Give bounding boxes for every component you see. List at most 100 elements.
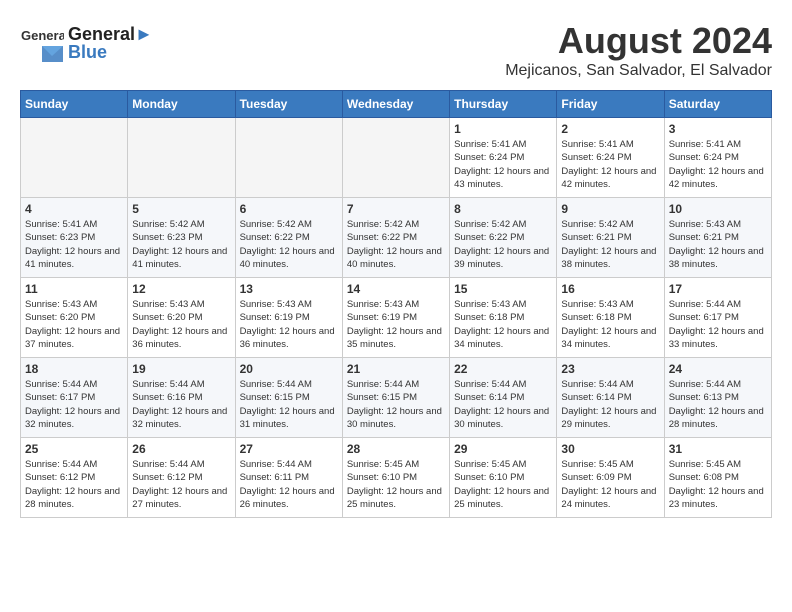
day-info: Sunrise: 5:41 AMSunset: 6:23 PMDaylight:… — [25, 218, 123, 271]
day-info: Sunrise: 5:43 AMSunset: 6:19 PMDaylight:… — [347, 298, 445, 351]
day-number: 16 — [561, 282, 659, 296]
calendar-cell: 24 Sunrise: 5:44 AMSunset: 6:13 PMDayligh… — [664, 358, 771, 438]
calendar-week-3: 11 Sunrise: 5:43 AMSunset: 6:20 PMDayligh… — [21, 278, 772, 358]
calendar-cell: 15 Sunrise: 5:43 AMSunset: 6:18 PMDayligh… — [450, 278, 557, 358]
calendar-cell: 1Sunrise: 5:41 AMSunset: 6:24 PMDaylight… — [450, 118, 557, 198]
calendar-week-1: 1 Sunrise: 5:41 AMSunset: 6:24 PMDaylight… — [21, 118, 772, 198]
calendar-cell: 31 Sunrise: 5:45 AMSunset: 6:08 PMDayligh… — [664, 438, 771, 518]
calendar-cell: 25 Sunrise: 5:44 AMSunset: 6:12 PMDayligh… — [21, 438, 128, 518]
logo: General General► Blue — [20, 20, 153, 63]
day-number: 9 — [561, 202, 659, 216]
day-number: 20 — [240, 362, 338, 376]
day-number: 18 — [25, 362, 123, 376]
calendar-header-friday: Friday — [557, 91, 664, 118]
day-number: 13 — [240, 282, 338, 296]
calendar-cell: 28 Sunrise: 5:45 AMSunset: 6:10 PMDayligh… — [342, 438, 449, 518]
calendar-header-row: SundayMondayTuesdayWednesdayThursdayFrid… — [21, 91, 772, 118]
day-number: 3 — [669, 122, 767, 136]
day-info: Sunrise: 5:44 AMSunset: 6:13 PMDaylight:… — [669, 378, 767, 431]
day-info: Sunrise: 5:43 AMSunset: 6:20 PMDaylight:… — [132, 298, 230, 351]
calendar-week-2: 4 Sunrise: 5:41 AMSunset: 6:23 PMDaylight… — [21, 198, 772, 278]
calendar-cell — [128, 118, 235, 198]
day-info: Sunrise: 5:43 AMSunset: 6:18 PMDaylight:… — [454, 298, 552, 351]
calendar-cell: 13 Sunrise: 5:43 AMSunset: 6:19 PMDayligh… — [235, 278, 342, 358]
day-number: 7 — [347, 202, 445, 216]
calendar-cell: 12 Sunrise: 5:43 AMSunset: 6:20 PMDayligh… — [128, 278, 235, 358]
day-number: 27 — [240, 442, 338, 456]
day-info: Sunrise: 5:42 AMSunset: 6:21 PMDaylight:… — [561, 218, 659, 271]
header: General General► Blue August 2024 Mejica… — [20, 20, 772, 80]
calendar-cell: 14 Sunrise: 5:43 AMSunset: 6:19 PMDayligh… — [342, 278, 449, 358]
calendar-cell: 10 Sunrise: 5:43 AMSunset: 6:21 PMDayligh… — [664, 198, 771, 278]
calendar-cell: 29Sunrise: 5:45 AMSunset: 6:10 PMDayligh… — [450, 438, 557, 518]
day-number: 28 — [347, 442, 445, 456]
day-info: Sunrise: 5:44 AMSunset: 6:11 PMDaylight:… — [240, 458, 338, 511]
day-info: Sunrise: 5:42 AMSunset: 6:22 PMDaylight:… — [240, 218, 338, 271]
day-number: 17 — [669, 282, 767, 296]
calendar-cell: 5 Sunrise: 5:42 AMSunset: 6:23 PMDaylight… — [128, 198, 235, 278]
logo-svg-icon: General — [20, 26, 64, 62]
calendar-cell: 26 Sunrise: 5:44 AMSunset: 6:12 PMDayligh… — [128, 438, 235, 518]
calendar-week-4: 18 Sunrise: 5:44 AMSunset: 6:17 PMDayligh… — [21, 358, 772, 438]
day-number: 12 — [132, 282, 230, 296]
day-number: 1 — [454, 122, 552, 136]
calendar-header-tuesday: Tuesday — [235, 91, 342, 118]
calendar-cell — [21, 118, 128, 198]
day-number: 21 — [347, 362, 445, 376]
calendar-header-sunday: Sunday — [21, 91, 128, 118]
calendar-header-saturday: Saturday — [664, 91, 771, 118]
calendar-cell: 7 Sunrise: 5:42 AMSunset: 6:22 PMDaylight… — [342, 198, 449, 278]
day-number: 24 — [669, 362, 767, 376]
calendar-cell: 23Sunrise: 5:44 AMSunset: 6:14 PMDayligh… — [557, 358, 664, 438]
day-number: 25 — [25, 442, 123, 456]
day-info: Sunrise: 5:43 AMSunset: 6:19 PMDaylight:… — [240, 298, 338, 351]
day-number: 31 — [669, 442, 767, 456]
calendar-header-wednesday: Wednesday — [342, 91, 449, 118]
day-info: Sunrise: 5:44 AMSunset: 6:15 PMDaylight:… — [347, 378, 445, 431]
day-number: 11 — [25, 282, 123, 296]
page-title: August 2024 — [505, 20, 772, 62]
day-info: Sunrise: 5:44 AMSunset: 6:12 PMDaylight:… — [132, 458, 230, 511]
day-info: Sunrise: 5:41 AMSunset: 6:24 PMDaylight:… — [561, 138, 659, 191]
page-subtitle: Mejicanos, San Salvador, El Salvador — [505, 62, 772, 80]
day-info: Sunrise: 5:45 AMSunset: 6:09 PMDaylight:… — [561, 458, 659, 511]
calendar-cell: 30Sunrise: 5:45 AMSunset: 6:09 PMDayligh… — [557, 438, 664, 518]
day-info: Sunrise: 5:45 AMSunset: 6:08 PMDaylight:… — [669, 458, 767, 511]
calendar-cell: 27 Sunrise: 5:44 AMSunset: 6:11 PMDayligh… — [235, 438, 342, 518]
day-number: 10 — [669, 202, 767, 216]
day-info: Sunrise: 5:42 AMSunset: 6:22 PMDaylight:… — [454, 218, 552, 271]
day-info: Sunrise: 5:43 AMSunset: 6:21 PMDaylight:… — [669, 218, 767, 271]
day-number: 22 — [454, 362, 552, 376]
day-info: Sunrise: 5:41 AMSunset: 6:24 PMDaylight:… — [669, 138, 767, 191]
day-number: 23 — [561, 362, 659, 376]
day-info: Sunrise: 5:42 AMSunset: 6:23 PMDaylight:… — [132, 218, 230, 271]
calendar-cell: 3 Sunrise: 5:41 AMSunset: 6:24 PMDaylight… — [664, 118, 771, 198]
day-info: Sunrise: 5:44 AMSunset: 6:17 PMDaylight:… — [25, 378, 123, 431]
day-info: Sunrise: 5:44 AMSunset: 6:17 PMDaylight:… — [669, 298, 767, 351]
day-number: 15 — [454, 282, 552, 296]
calendar-cell: 19Sunrise: 5:44 AMSunset: 6:16 PMDayligh… — [128, 358, 235, 438]
day-info: Sunrise: 5:43 AMSunset: 6:18 PMDaylight:… — [561, 298, 659, 351]
title-area: August 2024 Mejicanos, San Salvador, El … — [505, 20, 772, 80]
calendar-cell: 17 Sunrise: 5:44 AMSunset: 6:17 PMDayligh… — [664, 278, 771, 358]
day-info: Sunrise: 5:42 AMSunset: 6:22 PMDaylight:… — [347, 218, 445, 271]
calendar-cell: 4 Sunrise: 5:41 AMSunset: 6:23 PMDaylight… — [21, 198, 128, 278]
calendar-cell: 6Sunrise: 5:42 AMSunset: 6:22 PMDaylight… — [235, 198, 342, 278]
calendar-cell: 18 Sunrise: 5:44 AMSunset: 6:17 PMDayligh… — [21, 358, 128, 438]
calendar-cell: 22Sunrise: 5:44 AMSunset: 6:14 PMDayligh… — [450, 358, 557, 438]
day-info: Sunrise: 5:43 AMSunset: 6:20 PMDaylight:… — [25, 298, 123, 351]
day-info: Sunrise: 5:45 AMSunset: 6:10 PMDaylight:… — [347, 458, 445, 511]
day-number: 2 — [561, 122, 659, 136]
day-number: 26 — [132, 442, 230, 456]
day-info: Sunrise: 5:44 AMSunset: 6:12 PMDaylight:… — [25, 458, 123, 511]
calendar-cell: 21 Sunrise: 5:44 AMSunset: 6:15 PMDayligh… — [342, 358, 449, 438]
day-number: 4 — [25, 202, 123, 216]
day-number: 8 — [454, 202, 552, 216]
calendar-cell: 9 Sunrise: 5:42 AMSunset: 6:21 PMDaylight… — [557, 198, 664, 278]
calendar-cell: 20 Sunrise: 5:44 AMSunset: 6:15 PMDayligh… — [235, 358, 342, 438]
day-number: 29 — [454, 442, 552, 456]
day-info: Sunrise: 5:44 AMSunset: 6:15 PMDaylight:… — [240, 378, 338, 431]
day-number: 5 — [132, 202, 230, 216]
day-number: 19 — [132, 362, 230, 376]
day-number: 14 — [347, 282, 445, 296]
